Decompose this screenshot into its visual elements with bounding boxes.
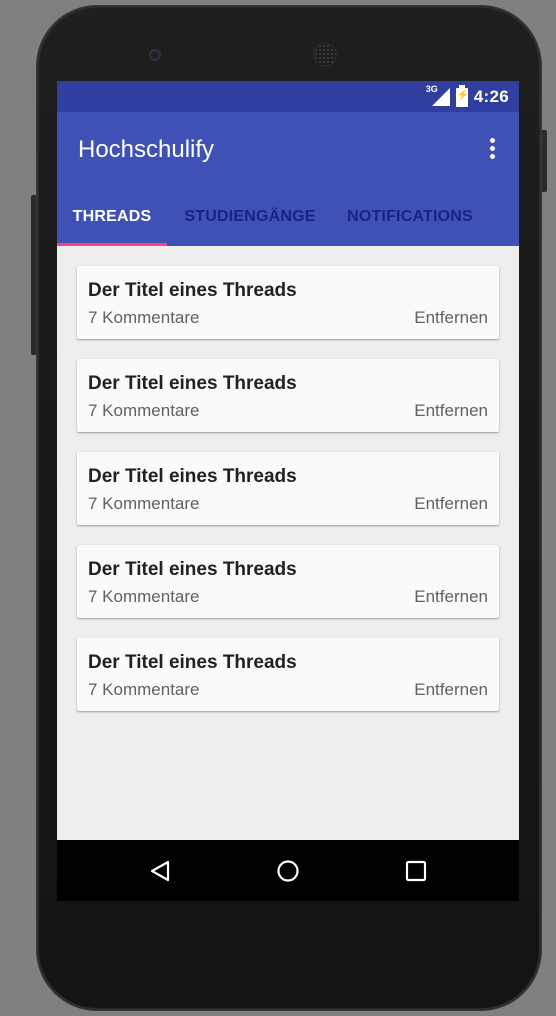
thread-card[interactable]: Der Titel eines Threads 7 Kommentare Ent… — [77, 266, 499, 339]
recents-icon[interactable] — [405, 860, 427, 882]
earpiece-speaker-icon — [314, 44, 336, 66]
front-camera-icon — [149, 49, 161, 61]
thread-card[interactable]: Der Titel eines Threads 7 Kommentare Ent… — [77, 359, 499, 432]
tab-studiengaenge[interactable]: STUDIENGÄNGE — [170, 204, 330, 246]
thread-comment-count: 7 Kommentare — [88, 680, 200, 699]
thread-card[interactable]: Der Titel eines Threads 7 Kommentare Ent… — [77, 545, 499, 618]
thread-title: Der Titel eines Threads — [88, 466, 297, 487]
volume-button[interactable] — [541, 130, 547, 192]
tab-threads[interactable]: THREADS — [57, 204, 167, 246]
network-type-label: 3G — [425, 84, 438, 94]
signal-icon: 3G — [425, 84, 450, 107]
tab-bar: THREADS STUDIENGÄNGE NOTIFICATIONS — [57, 204, 519, 246]
thread-title: Der Titel eines Threads — [88, 559, 297, 580]
overflow-menu-icon[interactable] — [489, 138, 497, 160]
thread-comment-count: 7 Kommentare — [88, 308, 200, 327]
thread-title: Der Titel eines Threads — [88, 373, 297, 394]
remove-button[interactable]: Entfernen — [414, 587, 488, 607]
home-icon[interactable] — [276, 859, 300, 883]
proximity-sensor — [483, 51, 490, 58]
app-title: Hochschulify — [78, 136, 215, 163]
back-icon[interactable] — [148, 859, 172, 883]
screen: 3G 4:26 Hochschulify THREADS STUDIENGÄNG… — [57, 81, 519, 901]
thread-comment-count: 7 Kommentare — [88, 401, 200, 420]
battery-charging-icon — [455, 84, 469, 107]
navigation-bar — [57, 840, 519, 901]
thread-card[interactable]: Der Titel eines Threads 7 Kommentare Ent… — [77, 452, 499, 525]
remove-button[interactable]: Entfernen — [414, 494, 488, 514]
light-sensor — [500, 51, 507, 58]
status-bar: 3G 4:26 — [57, 81, 519, 112]
status-time: 4:26 — [473, 87, 509, 106]
thread-title: Der Titel eines Threads — [88, 652, 297, 673]
thread-comment-count: 7 Kommentare — [88, 494, 200, 513]
remove-button[interactable]: Entfernen — [414, 308, 488, 328]
thread-card[interactable]: Der Titel eines Threads 7 Kommentare Ent… — [77, 638, 499, 711]
tab-notifications[interactable]: NOTIFICATIONS — [339, 204, 481, 246]
thread-title: Der Titel eines Threads — [88, 280, 297, 301]
app-bar: Hochschulify THREADS STUDIENGÄNGE NOTIFI… — [57, 112, 519, 246]
remove-button[interactable]: Entfernen — [414, 401, 488, 421]
thread-comment-count: 7 Kommentare — [88, 587, 200, 606]
tab-indicator — [57, 243, 167, 246]
remove-button[interactable]: Entfernen — [414, 680, 488, 700]
